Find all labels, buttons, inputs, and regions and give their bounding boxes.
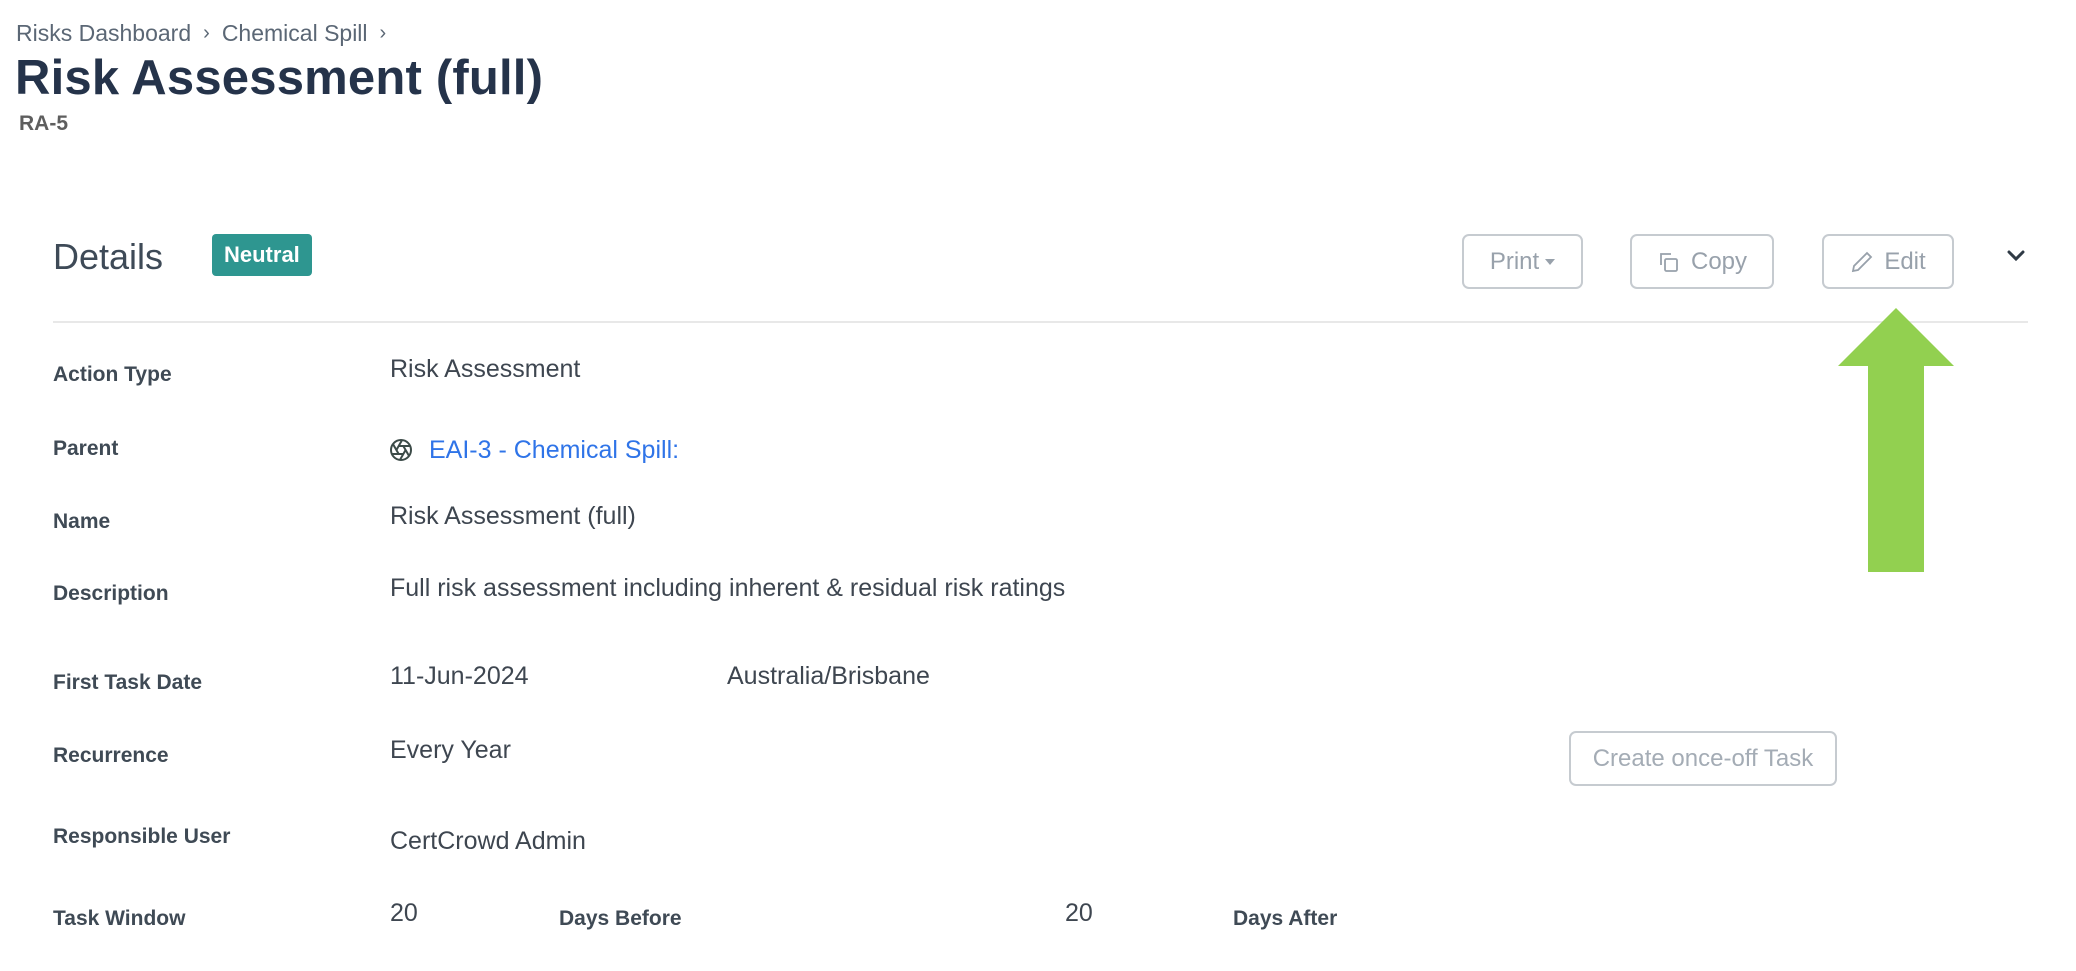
pencil-icon: [1852, 251, 1873, 272]
record-code: RA-5: [19, 112, 69, 135]
annotation-arrow-shape: [1838, 308, 1954, 572]
action-type-label: Action Type: [53, 363, 172, 386]
description-value: Full risk assessment including inherent …: [390, 574, 1066, 602]
breadcrumb-chemical-spill[interactable]: Chemical Spill: [222, 20, 368, 47]
name-value: Risk Assessment (full): [390, 502, 636, 530]
description-label: Description: [53, 582, 169, 605]
copy-label: Copy: [1690, 247, 1748, 275]
action-type-value: Risk Assessment: [390, 355, 581, 383]
aperture-icon: [390, 439, 412, 461]
timezone-value: Australia/Brisbane: [727, 662, 930, 690]
task-window-label: Task Window: [53, 907, 186, 930]
edit-label: Edit: [1884, 247, 1926, 275]
annotation-arrow-up-icon: [1838, 308, 1954, 572]
recurrence-value: Every Year: [390, 736, 511, 764]
responsible-user-value: CertCrowd Admin: [390, 827, 586, 855]
details-heading: Details: [53, 236, 164, 277]
days-before-label: Days Before: [559, 907, 682, 930]
responsible-user-label: Responsible User: [53, 825, 231, 848]
status-badge: Neutral: [212, 234, 312, 276]
breadcrumb-separator: ›: [379, 22, 387, 44]
create-once-off-task-button[interactable]: Create once-off Task: [1569, 731, 1837, 786]
days-before-value: 20: [390, 899, 418, 927]
parent-link[interactable]: EAI-3 - Chemical Spill:: [429, 436, 679, 465]
print-label: Print: [1489, 247, 1540, 275]
first-task-date-label: First Task Date: [53, 671, 202, 694]
recurrence-label: Recurrence: [53, 744, 169, 767]
days-after-value: 20: [1065, 899, 1093, 927]
copy-button[interactable]: Copy: [1630, 234, 1774, 289]
caret-down-icon: [1545, 258, 1556, 265]
chevron-down-icon[interactable]: [2004, 244, 2028, 268]
edit-button[interactable]: Edit: [1822, 234, 1954, 289]
breadcrumb-separator: ›: [203, 22, 210, 44]
breadcrumb: Risks Dashboard › Chemical Spill ›: [16, 20, 398, 47]
page-title: Risk Assessment (full): [15, 51, 544, 105]
name-label: Name: [53, 510, 111, 533]
details-divider: [53, 321, 2028, 323]
days-after-label: Days After: [1233, 907, 1338, 930]
parent-label: Parent: [53, 437, 119, 460]
first-task-date-value: 11-Jun-2024: [390, 662, 529, 690]
copy-icon: [1660, 252, 1678, 272]
breadcrumb-risks-dashboard[interactable]: Risks Dashboard: [16, 20, 191, 47]
print-button[interactable]: Print: [1462, 234, 1583, 289]
